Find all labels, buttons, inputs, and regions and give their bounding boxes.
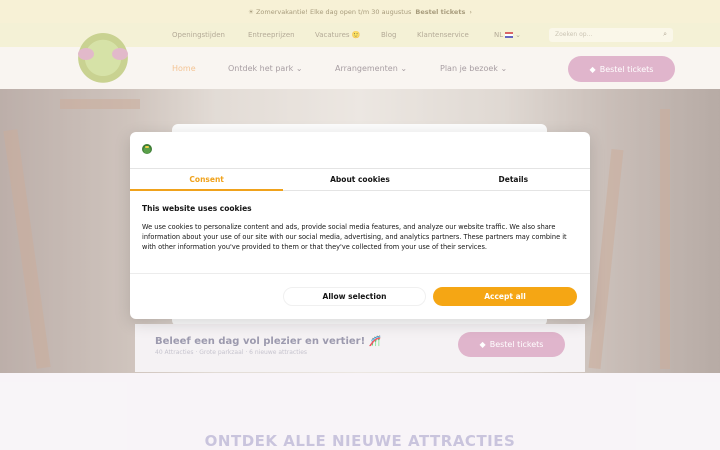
allow-selection-button[interactable]: Allow selection (283, 287, 426, 306)
cookie-dialog: Consent About cookies Details This websi… (130, 132, 590, 319)
cookie-heading: This website uses cookies (142, 204, 252, 213)
divider (130, 273, 590, 274)
cookie-tabs: Consent About cookies Details (130, 168, 590, 191)
tab-about-cookies[interactable]: About cookies (283, 169, 436, 190)
accept-all-button[interactable]: Accept all (433, 287, 577, 306)
cookie-body-text: We use cookies to personalize content an… (142, 223, 567, 252)
tab-consent[interactable]: Consent (130, 169, 284, 191)
park-logo-icon (142, 144, 152, 154)
tab-details[interactable]: Details (437, 169, 590, 190)
